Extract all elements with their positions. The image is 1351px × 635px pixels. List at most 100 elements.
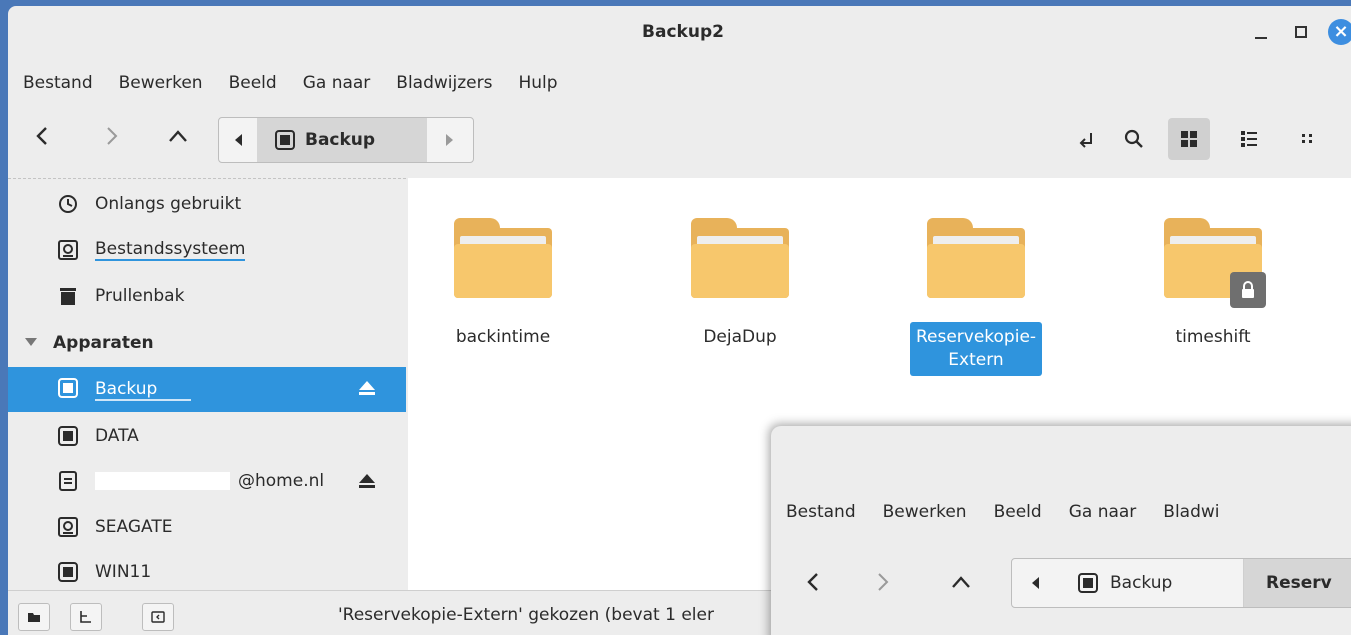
sidebar-toggle-icon <box>151 611 165 623</box>
folder-item[interactable]: backintime <box>423 218 583 353</box>
trash-icon <box>60 288 76 305</box>
section-label: Apparaten <box>53 333 154 353</box>
toolbar: Backup <box>8 110 1351 163</box>
drive-icon <box>58 517 78 537</box>
folder-name: Reservekopie- Extern <box>909 322 1043 376</box>
path-scroll-left[interactable] <box>219 118 257 162</box>
folder-item[interactable]: DejaDup <box>660 218 820 353</box>
chevron-right-icon <box>878 573 889 591</box>
sidebar-item-filesystem[interactable]: Bestandssysteem <box>8 229 406 271</box>
icon-view-button[interactable] <box>1168 118 1210 160</box>
path-scroll-right[interactable] <box>427 118 473 162</box>
sidebar-item-label: Backup <box>95 379 192 401</box>
hide-sidebar-button[interactable] <box>142 603 174 631</box>
sidebar-item-seagate[interactable]: SEAGATE <box>8 506 406 548</box>
path-bar: Backup Reserv <box>1011 558 1351 608</box>
list-view-button[interactable] <box>1228 118 1270 160</box>
breadcrumb-backup[interactable]: Backup <box>1058 559 1244 607</box>
share-domain: @home.nl <box>238 471 325 491</box>
menu-bladwijzers[interactable]: Bladwijzers <box>383 73 505 93</box>
list-view-icon <box>1241 131 1257 147</box>
network-drive-icon <box>59 471 77 491</box>
menu-bewerken[interactable]: Bewerken <box>106 73 216 93</box>
folder-icon <box>1164 218 1266 308</box>
forward-button[interactable] <box>863 562 903 602</box>
folder-name: DejaDup <box>703 327 777 347</box>
folder-name: backintime <box>455 327 551 347</box>
sidebar-item-recent[interactable]: Onlangs gebruikt <box>8 183 406 225</box>
menu-beeld[interactable]: Beeld <box>979 502 1054 522</box>
grid-view-icon <box>1181 131 1197 147</box>
minimize-button[interactable] <box>1244 15 1278 49</box>
drive-icon <box>58 240 78 260</box>
sidebar-item-network-share[interactable]: @home.nl <box>8 460 406 502</box>
folder-item-selected[interactable]: Reservekopie- Extern <box>896 218 1056 376</box>
sidebar-section-devices[interactable]: Apparaten <box>8 322 406 364</box>
lock-icon <box>1230 272 1266 308</box>
sidebar-item-label: DATA <box>95 426 139 446</box>
menu-beeld[interactable]: Beeld <box>216 73 290 93</box>
collapse-triangle-icon <box>25 338 37 346</box>
toggle-location-button[interactable] <box>1066 118 1108 160</box>
forward-button[interactable] <box>92 116 132 156</box>
menu-hulp[interactable]: Hulp <box>505 73 570 93</box>
breadcrumb-backup[interactable]: Backup <box>257 118 427 162</box>
chip-icon <box>58 562 78 582</box>
sidebar-item-label: SEAGATE <box>95 517 173 537</box>
close-button[interactable]: × <box>1324 15 1351 49</box>
folder-icon <box>927 218 1025 298</box>
chevron-right-icon <box>107 127 118 145</box>
breadcrumb-label: Reserv <box>1266 573 1332 593</box>
search-button[interactable] <box>1113 118 1155 160</box>
search-icon <box>1124 129 1143 148</box>
folder-icon <box>691 218 789 298</box>
sidebar-item-backup[interactable]: Backup <box>8 367 406 412</box>
sidebar-item-data[interactable]: DATA <box>8 415 406 457</box>
sidebar-item-win11[interactable]: WIN11 <box>8 551 406 593</box>
menu-bewerken[interactable]: Bewerken <box>868 502 979 522</box>
eject-icon[interactable] <box>358 379 376 397</box>
folder-item[interactable]: timeshift <box>1133 218 1293 353</box>
breadcrumb-label: Backup <box>305 130 376 150</box>
folder-icon <box>454 218 552 298</box>
window-controls: × <box>1238 6 1351 58</box>
chip-icon <box>58 378 78 398</box>
chip-icon <box>1078 573 1098 593</box>
sidebar-item-label: Bestandssysteem <box>95 239 246 261</box>
status-message: 'Reservekopie-Extern' gekozen (bevat 1 e… <box>338 605 714 625</box>
maximize-button[interactable] <box>1284 15 1318 49</box>
tree-icon <box>80 611 91 623</box>
back-button[interactable] <box>22 116 62 156</box>
chevron-left-icon <box>807 573 818 591</box>
up-button[interactable] <box>941 562 981 602</box>
maximize-icon <box>1295 26 1307 38</box>
sidebar: Onlangs gebruikt Bestandssysteem Prullen… <box>8 178 406 590</box>
redacted-username <box>95 472 230 490</box>
location-entry-icon <box>1079 133 1092 148</box>
eject-icon[interactable] <box>358 472 376 490</box>
back-button[interactable] <box>793 562 833 602</box>
menu-ga-naar[interactable]: Ga naar <box>1054 502 1149 522</box>
folder-name: timeshift <box>1175 327 1251 347</box>
menu-bestand[interactable]: Bestand <box>8 73 106 93</box>
minimize-icon <box>1255 37 1267 39</box>
sidebar-item-label: @home.nl <box>95 471 324 491</box>
compact-view-button[interactable] <box>1288 118 1330 160</box>
menu-bestand[interactable]: Bestand <box>771 502 868 522</box>
chip-icon <box>275 130 295 150</box>
chevron-up-icon <box>169 130 187 142</box>
menu-ga-naar[interactable]: Ga naar <box>290 73 384 93</box>
sidebar-item-trash[interactable]: Prullenbak <box>8 275 406 317</box>
path-scroll-left[interactable] <box>1012 559 1058 607</box>
title-bar[interactable]: Backup2 × <box>8 6 1351 58</box>
second-file-manager-window[interactable]: Bestand Bewerken Beeld Ga naar Bladwi Ba… <box>771 426 1351 635</box>
show-tree-button[interactable] <box>70 603 102 631</box>
menu-bar: Bestand Bewerken Beeld Ga naar Bladwijze… <box>8 66 571 100</box>
path-bar: Backup <box>218 117 474 163</box>
chevron-up-icon <box>952 576 970 588</box>
menu-bladwijzers[interactable]: Bladwi <box>1148 502 1231 522</box>
show-places-button[interactable] <box>18 603 50 631</box>
up-button[interactable] <box>158 116 198 156</box>
triangle-left-icon <box>1032 577 1039 589</box>
breadcrumb-reservekopie[interactable]: Reserv <box>1244 559 1351 607</box>
